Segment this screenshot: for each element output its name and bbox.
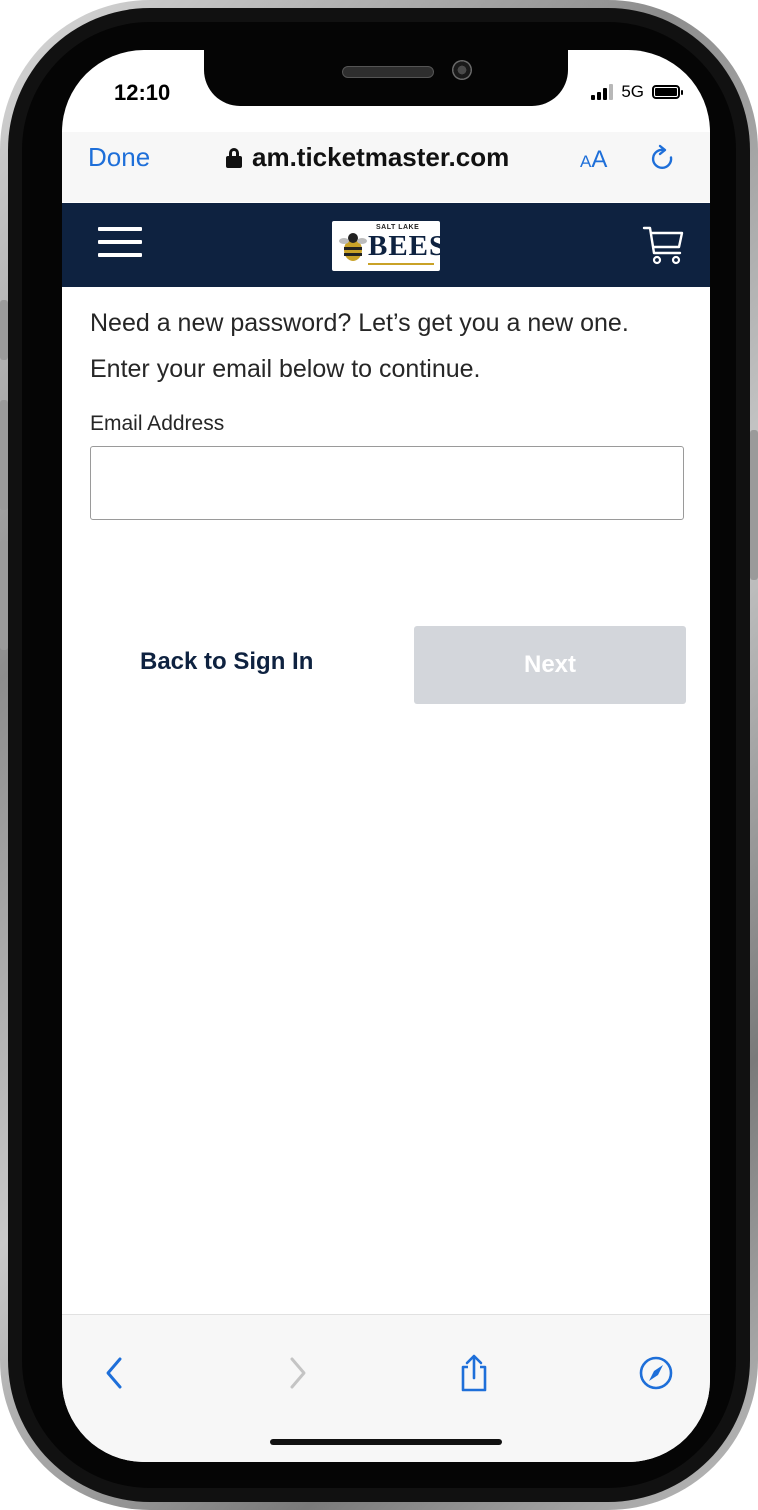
- signal-icon: [591, 84, 614, 100]
- silent-switch: [0, 300, 8, 360]
- logo-text: BEES: [368, 230, 440, 262]
- status-time: 12:10: [114, 80, 171, 105]
- bee-mascot-icon: [339, 233, 367, 261]
- reload-icon[interactable]: [648, 144, 678, 174]
- share-icon[interactable]: [456, 1353, 492, 1393]
- email-label: Email Address: [90, 412, 225, 435]
- notch: [204, 50, 568, 106]
- email-input[interactable]: [90, 446, 684, 520]
- next-button[interactable]: Next: [414, 626, 686, 704]
- status-indicators: 5G: [591, 82, 683, 102]
- front-camera: [452, 60, 472, 80]
- address-field[interactable]: am.ticketmaster.com: [226, 142, 509, 173]
- phone-frame: 12:10 5G Done am.ticketmaster.com AA SAL…: [0, 0, 758, 1510]
- logo-underline: [368, 263, 434, 265]
- screen: 12:10 5G Done am.ticketmaster.com AA SAL…: [62, 50, 710, 1462]
- network-type: 5G: [621, 82, 644, 101]
- speaker-grille: [342, 66, 434, 78]
- text-size-large: A: [591, 146, 608, 173]
- menu-icon[interactable]: [98, 227, 142, 261]
- text-size-button[interactable]: AA: [580, 146, 607, 174]
- lock-icon: [226, 147, 242, 168]
- volume-down-button: [0, 540, 8, 650]
- back-to-sign-in-link[interactable]: Back to Sign In: [140, 648, 313, 676]
- battery-icon: [652, 85, 683, 99]
- home-indicator: [270, 1439, 502, 1445]
- forward-icon[interactable]: [278, 1353, 314, 1393]
- forgot-password-form: Need a new password? Let’s get you a new…: [90, 300, 686, 704]
- intro-text: Need a new password? Let’s get you a new…: [90, 309, 629, 383]
- site-header: SALT LAKE BEES: [62, 203, 710, 287]
- back-icon[interactable]: [98, 1353, 134, 1393]
- form-actions: Back to Sign In Next: [90, 626, 686, 704]
- browser-toolbar: [62, 1314, 710, 1462]
- power-button: [750, 430, 758, 580]
- salt-lake-bees-logo[interactable]: SALT LAKE BEES: [332, 221, 440, 271]
- done-button[interactable]: Done: [88, 142, 150, 173]
- cart-icon[interactable]: [642, 223, 686, 267]
- url-text: am.ticketmaster.com: [252, 142, 510, 172]
- compass-icon[interactable]: [638, 1353, 674, 1393]
- volume-up-button: [0, 400, 8, 510]
- text-size-small: A: [580, 152, 592, 171]
